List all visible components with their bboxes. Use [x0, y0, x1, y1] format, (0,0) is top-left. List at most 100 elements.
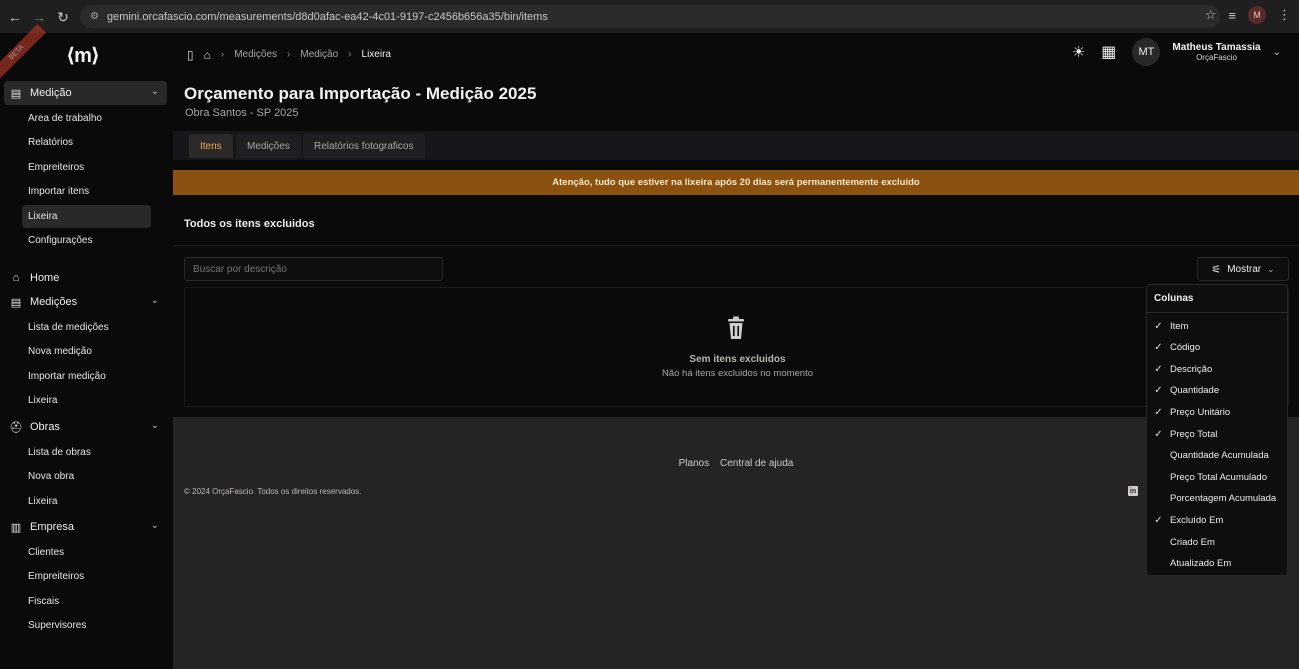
sidebar-item[interactable]: Lixeira — [22, 204, 151, 228]
menu-title: Colunas — [1154, 293, 1194, 304]
sidebar-item[interactable]: Lixeira — [22, 490, 151, 513]
sidebar-item[interactable]: Fiscais — [22, 590, 151, 613]
url-text: gemini.orcafascio.com/measurements/d8d0a… — [106, 10, 548, 23]
tab-medicoes[interactable]: Medições — [236, 134, 301, 158]
breadcrumb-current: Lixeira — [361, 49, 391, 60]
divider — [173, 245, 1299, 246]
back-icon[interactable]: ← — [3, 5, 27, 29]
section-title: Todos os itens excluidos — [184, 218, 315, 230]
sidebar-item[interactable]: Nova medição — [22, 340, 151, 363]
column-option-label: Preço Unitário — [1170, 406, 1231, 418]
show-columns-button[interactable]: ⚟ Mostrar ⌄ — [1197, 257, 1289, 281]
chevron-down-icon: ⌄ — [150, 420, 159, 431]
column-option[interactable]: Porcentagem Acumulada — [1147, 489, 1287, 509]
empty-state: Sem itens excluidos Não há itens excluid… — [184, 287, 1289, 407]
column-option-label: Descrição — [1170, 363, 1213, 375]
column-option[interactable]: ✓ Item — [1147, 316, 1287, 336]
reload-icon[interactable]: ↻ — [51, 5, 75, 29]
apps-grid-icon[interactable]: ▦ — [1101, 42, 1116, 62]
helmet-icon: ⛑ — [9, 421, 23, 434]
column-option-label: Atualizado Em — [1170, 558, 1232, 570]
sidebar-item[interactable]: Relatórios — [22, 131, 151, 154]
sidebar-group-1[interactable]: ⌂ Home — [4, 266, 167, 290]
media-icon[interactable]: ≡ — [1228, 8, 1236, 23]
sidebar-item[interactable]: Importar itens — [22, 180, 151, 203]
sidebar-item[interactable]: Lista de obras — [22, 441, 151, 464]
sidebar-item[interactable]: Area de trabalho — [22, 107, 151, 130]
theme-toggle-icon[interactable]: ☀ — [1072, 43, 1085, 61]
show-label: Mostrar — [1227, 263, 1262, 275]
column-option[interactable]: ✓ Excluído Em — [1147, 510, 1287, 530]
linkedin-icon[interactable]: in — [1128, 486, 1138, 496]
sidebar-toggle-icon[interactable]: ▯ — [187, 48, 194, 62]
column-option[interactable]: ✓ Preço Unitário — [1147, 402, 1287, 422]
chevron-down-icon: ⌄ — [1267, 263, 1275, 274]
sidebar-item[interactable]: Lista de medições — [22, 316, 151, 339]
footer-links: Planos Central de ajuda — [173, 458, 1299, 469]
breadcrumb-item[interactable]: Medição — [300, 49, 338, 60]
column-option-label: Preço Total Acumulado — [1170, 471, 1267, 483]
chevron-down-icon: ⌄ — [150, 295, 159, 306]
chevron-down-icon[interactable]: ⌄ — [1273, 47, 1281, 58]
sidebar-item[interactable]: Importar medição — [22, 365, 151, 388]
avatar[interactable]: MT — [1132, 38, 1161, 66]
chevron-down-icon: ⌄ — [150, 520, 159, 531]
footer-link-central-de-ajuda[interactable]: Central de ajuda — [720, 458, 793, 469]
sidebar-group-2[interactable]: ▤ Medições ⌄ — [4, 290, 167, 314]
sidebar-item[interactable]: Empreiteiros — [22, 156, 151, 179]
column-option[interactable]: ✓ Preço Total — [1147, 424, 1287, 444]
profile-avatar[interactable]: M — [1248, 6, 1266, 24]
top-bar: ▯ ⌂ › Medições › Medição › Lixeira ☀ ▦ M… — [173, 33, 1299, 76]
app-logo[interactable]: ⟨m⟩ — [66, 43, 100, 68]
sliders-icon: ⚟ — [1211, 263, 1222, 276]
column-option-label: Criado Em — [1170, 536, 1215, 548]
check-icon: ✓ — [1154, 385, 1163, 397]
document-icon: ▤ — [10, 87, 22, 100]
bookmark-star-icon[interactable]: ☆ — [1205, 7, 1217, 23]
sidebar-item[interactable]: Nova obra — [22, 465, 151, 488]
home-icon: ⌂ — [12, 272, 20, 284]
empty-title: Sem itens excluidos — [689, 354, 786, 365]
column-option[interactable]: ✓ Descrição — [1147, 359, 1287, 379]
site-settings-icon[interactable]: ⚙ — [90, 11, 99, 22]
kebab-menu-icon[interactable]: ⋮ — [1278, 7, 1291, 23]
column-option[interactable]: ✓ Quantidade — [1147, 381, 1287, 401]
divider — [1147, 312, 1287, 313]
sidebar-group-label: Obras — [30, 421, 60, 433]
search-input[interactable] — [184, 257, 443, 281]
column-option[interactable]: ✓ Código — [1147, 338, 1287, 358]
warning-banner: Atenção, tudo que estiver na lixeira apó… — [173, 170, 1299, 195]
user-info[interactable]: Matheus Tamassia OrçaFascio — [1172, 42, 1260, 62]
deleted-items-section: Todos os itens excluidos ⚟ Mostrar ⌄ Sem… — [173, 205, 1299, 417]
tab-relatorios-fotograficos[interactable]: Relatórios fotograficos — [303, 134, 425, 158]
sidebar-item[interactable]: Clientes — [22, 541, 151, 564]
column-option-label: Item — [1170, 320, 1189, 332]
address-bar[interactable]: ⚙ gemini.orcafascio.com/measurements/d8d… — [80, 5, 1220, 28]
chevron-right-icon: › — [220, 49, 225, 60]
sidebar-group-0[interactable]: ▤ Medição ⌄ — [4, 81, 167, 105]
home-icon[interactable]: ⌂ — [204, 48, 211, 62]
sidebar-item[interactable]: Empreiteiros — [22, 565, 151, 588]
page-header: Orçamento para Importação - Medição 2025… — [173, 76, 1299, 131]
tab-itens[interactable]: Itens — [189, 134, 233, 158]
check-icon: ✓ — [1154, 406, 1163, 418]
sidebar-group-4[interactable]: ▥ Empresa ⌄ — [4, 515, 167, 539]
chevron-down-icon: ⌄ — [150, 86, 159, 97]
column-option-label: Excluído Em — [1170, 514, 1224, 526]
footer: Planos Central de ajuda © 2024 OrçaFasci… — [173, 417, 1299, 669]
footer-link-planos[interactable]: Planos — [679, 458, 710, 469]
column-option-label: Quantidade Acumulada — [1170, 450, 1269, 462]
column-option-label: Preço Total — [1170, 428, 1218, 440]
breadcrumb-item[interactable]: Medições — [234, 49, 277, 60]
column-option[interactable]: Atualizado Em — [1147, 554, 1287, 574]
check-icon: ✓ — [1154, 342, 1163, 354]
sidebar-item[interactable]: Configurações — [22, 229, 151, 252]
column-option[interactable]: Criado Em — [1147, 532, 1287, 552]
sidebar-item[interactable]: Supervisores — [22, 614, 151, 637]
trash-icon — [728, 316, 744, 339]
column-option[interactable]: Quantidade Acumulada — [1147, 446, 1287, 466]
sidebar-item[interactable]: Lixeira — [22, 389, 151, 412]
column-option[interactable]: Preço Total Acumulado — [1147, 467, 1287, 487]
sidebar-group-3[interactable]: ⛑ Obras ⌄ — [4, 415, 167, 439]
empty-description: Não há itens excluidos no momento — [661, 368, 814, 379]
